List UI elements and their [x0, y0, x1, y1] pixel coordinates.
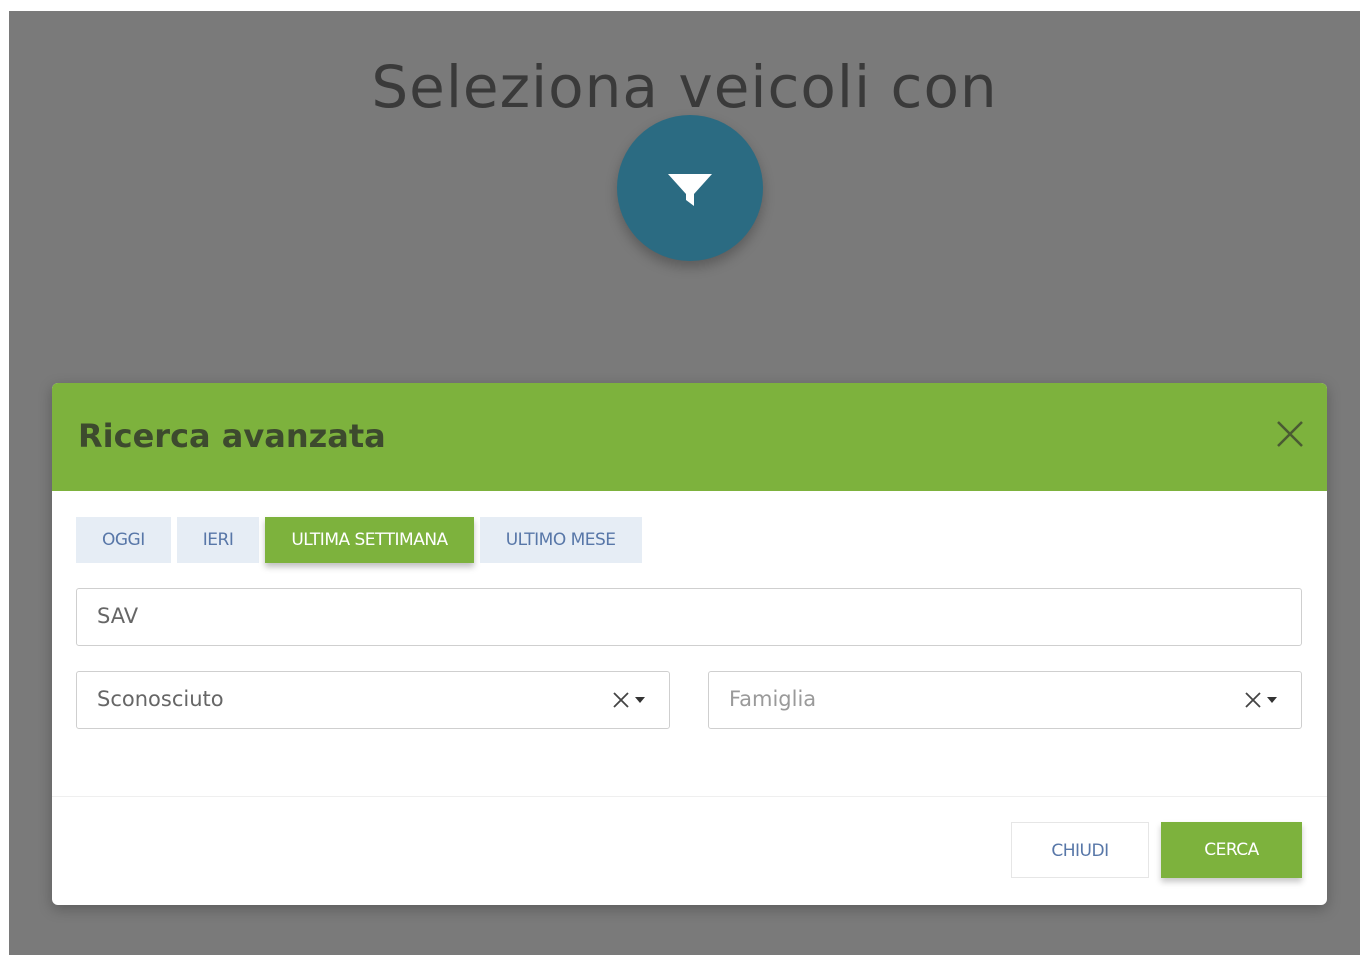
- tab-ultimo-mese[interactable]: ULTIMO MESE: [479, 517, 642, 563]
- filter-button[interactable]: [617, 115, 763, 261]
- status-select[interactable]: Sconosciuto: [76, 671, 670, 729]
- filter-funnel-icon: [668, 174, 712, 206]
- tab-ieri[interactable]: IERI: [176, 517, 260, 563]
- status-select-value: Sconosciuto: [97, 687, 224, 711]
- advanced-search-dialog: Ricerca avanzata OGGI IERI ULTIMA SETTIM…: [52, 383, 1327, 905]
- dialog-title: Ricerca avanzata: [78, 417, 386, 455]
- family-select[interactable]: Famiglia: [708, 671, 1302, 729]
- search-text-value: SAV: [97, 604, 139, 628]
- page-title: Seleziona veicoli con: [371, 53, 998, 121]
- caret-down-icon[interactable]: [633, 693, 647, 707]
- dialog-header: Ricerca avanzata: [52, 383, 1327, 491]
- close-icon[interactable]: [1275, 419, 1305, 449]
- clear-icon[interactable]: [1243, 690, 1263, 710]
- search-text-input[interactable]: SAV: [76, 588, 1302, 646]
- close-button[interactable]: CHIUDI: [1011, 822, 1149, 878]
- search-button[interactable]: CERCA: [1161, 822, 1302, 878]
- caret-down-icon[interactable]: [1265, 693, 1279, 707]
- tab-ultima-settimana[interactable]: ULTIMA SETTIMANA: [265, 517, 474, 563]
- date-range-tabs: OGGI IERI ULTIMA SETTIMANA ULTIMO MESE: [76, 517, 642, 563]
- footer-divider: [52, 796, 1327, 797]
- tab-oggi[interactable]: OGGI: [76, 517, 171, 563]
- clear-icon[interactable]: [611, 690, 631, 710]
- family-select-placeholder: Famiglia: [729, 687, 817, 711]
